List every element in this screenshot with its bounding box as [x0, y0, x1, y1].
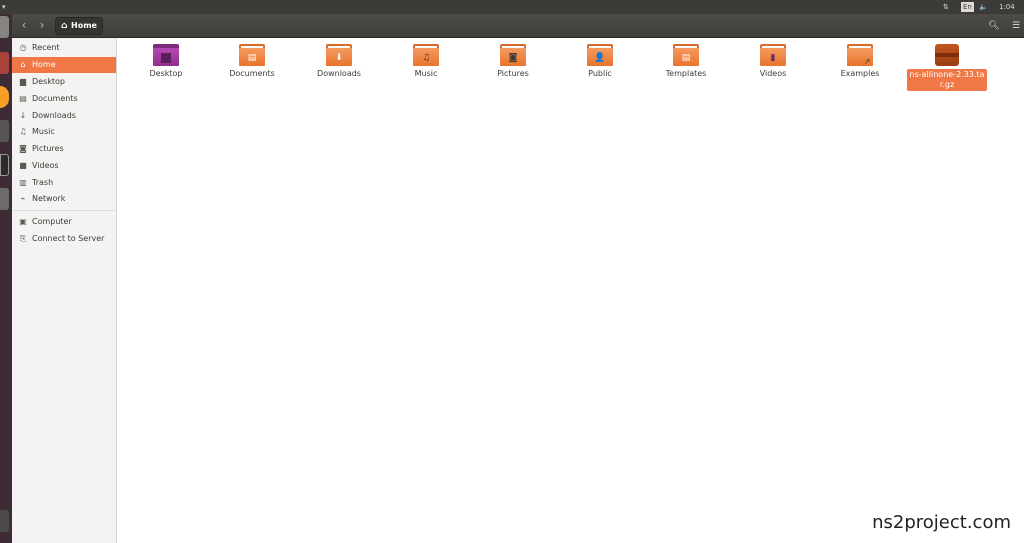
sidebar-item-videos[interactable]: ■ Videos	[12, 158, 116, 174]
sidebar-item-documents[interactable]: ▤ Documents	[12, 91, 116, 107]
files-icon[interactable]	[0, 52, 9, 74]
sidebar-item-label: Music	[32, 127, 55, 136]
top-panel: ▾ ⇅ En 🔈 1:04 AM	[0, 0, 1024, 23]
camera-icon: ◙	[19, 144, 27, 153]
videos-folder-icon: ▮	[760, 44, 786, 66]
sidebar-item-downloads[interactable]: ↓ Downloads	[12, 108, 116, 124]
file-name: Examples	[840, 69, 880, 78]
computer-icon: ▣	[19, 217, 27, 226]
home-icon: ⌂	[61, 21, 68, 31]
sidebar-item-connect-to-server[interactable]: ⎘ Connect to Server	[12, 231, 116, 247]
sidebar-item-trash[interactable]: ▥ Trash	[12, 175, 116, 191]
settings-icon[interactable]	[0, 120, 9, 142]
file-name: ns-allinone-2.33.tar.gz	[907, 69, 987, 91]
sidebar-item-label: Connect to Server	[32, 234, 105, 243]
folder-icon: ▆	[19, 77, 27, 86]
ubuntu-icon[interactable]	[0, 16, 9, 38]
keyboard-language-indicator[interactable]: En	[961, 2, 974, 12]
sidebar-item-label: Home	[32, 60, 56, 69]
file-name: Documents	[229, 69, 275, 78]
archive-icon	[935, 44, 959, 66]
file-name: Music	[414, 69, 438, 78]
sidebar-item-label: Pictures	[32, 144, 64, 153]
firefox-icon[interactable]	[0, 86, 9, 108]
places-sidebar: ◷ Recent ⌂ Home ▆ Desktop ▤ Documents ↓ Downl…	[12, 38, 117, 543]
sidebar-item-label: Desktop	[32, 77, 65, 86]
sidebar-item-music[interactable]: ♫ Music	[12, 124, 116, 140]
video-icon: ■	[19, 161, 27, 170]
sidebar-item-label: Recent	[32, 43, 60, 52]
sidebar-item-label: Trash	[32, 178, 54, 187]
music-folder-icon: ♫	[413, 44, 439, 66]
server-icon: ⎘	[19, 234, 27, 243]
network-icon: ⌁	[20, 194, 26, 203]
trash-launcher-icon[interactable]	[0, 510, 9, 532]
document-icon: ▤	[19, 94, 27, 103]
music-icon: ♫	[19, 127, 27, 136]
back-icon[interactable]: ‹	[16, 18, 32, 34]
network-arrows-icon[interactable]: ⇅	[943, 1, 949, 13]
sidebar-item-network[interactable]: ⌁ Network	[12, 191, 116, 207]
unity-launcher	[0, 14, 12, 543]
sidebar-item-label: Videos	[32, 161, 59, 170]
trash-icon: ▥	[19, 178, 27, 187]
desktop-folder-icon	[153, 44, 179, 66]
file-item-videos[interactable]: ▮ Videos	[733, 44, 813, 79]
sidebar-divider	[12, 210, 117, 211]
sidebar-item-pictures[interactable]: ◙ Pictures	[12, 141, 116, 157]
sidebar-item-home[interactable]: ⌂ Home	[12, 57, 116, 73]
file-item-downloads[interactable]: ⬇ Downloads	[299, 44, 379, 79]
sidebar-item-label: Network	[32, 194, 66, 203]
sidebar-item-computer[interactable]: ▣ Computer	[12, 214, 116, 230]
clock-icon: ◷	[19, 43, 27, 52]
file-name: Pictures	[497, 69, 529, 78]
file-item-pictures[interactable]: ◙ Pictures	[473, 44, 553, 79]
file-name: Videos	[759, 69, 787, 78]
watermark: ns2project.com	[872, 512, 1011, 533]
home-icon: ⌂	[20, 60, 26, 69]
pictures-folder-icon: ◙	[500, 44, 526, 66]
volume-icon[interactable]: 🔈	[979, 1, 988, 13]
sidebar-item-label: Documents	[32, 94, 78, 103]
forward-icon[interactable]: ›	[34, 18, 50, 34]
file-name: Templates	[665, 69, 707, 78]
breadcrumb-home[interactable]: ⌂ Home	[55, 17, 103, 35]
search-icon[interactable]: 🔍︎	[986, 18, 1002, 34]
download-icon: ↓	[19, 111, 27, 120]
list-view-icon[interactable]: ☰	[1008, 18, 1024, 34]
sidebar-item-label: Downloads	[32, 111, 76, 120]
file-name: Downloads	[317, 69, 361, 78]
file-item-public[interactable]: 👤 Public	[560, 44, 640, 79]
examples-folder-icon: ↗	[847, 44, 873, 66]
terminal-icon[interactable]	[0, 154, 9, 176]
public-folder-icon: 👤	[587, 44, 613, 66]
clock[interactable]: 1:04 AM	[999, 1, 1024, 23]
file-item-documents[interactable]: ▤ Documents	[212, 44, 292, 79]
documents-folder-icon: ▤	[239, 44, 265, 66]
file-item-ns-allinone-archive[interactable]: ns-allinone-2.33.tar.gz	[907, 44, 987, 91]
file-name: Desktop	[149, 69, 183, 78]
templates-folder-icon: ▤	[673, 44, 699, 66]
header-bar: ‹ › ⌂ Home 🔍︎ ☰	[12, 14, 1024, 38]
downloads-folder-icon: ⬇	[326, 44, 352, 66]
file-item-music[interactable]: ♫ Music	[386, 44, 466, 79]
breadcrumb-label: Home	[71, 21, 97, 30]
sidebar-item-desktop[interactable]: ▆ Desktop	[12, 74, 116, 90]
file-item-desktop[interactable]: Desktop	[126, 44, 206, 79]
sidebar-item-recent[interactable]: ◷ Recent	[12, 40, 116, 56]
file-item-templates[interactable]: ▤ Templates	[646, 44, 726, 79]
panel-edge-icon: ▾	[2, 3, 6, 11]
file-item-examples[interactable]: ↗ Examples	[820, 44, 900, 79]
file-grid: Desktop ▤ Documents ⬇ Downloads ♫ Music …	[118, 38, 1024, 543]
file-name: Public	[588, 69, 612, 78]
sidebar-item-label: Computer	[32, 217, 72, 226]
software-icon[interactable]	[0, 188, 9, 210]
